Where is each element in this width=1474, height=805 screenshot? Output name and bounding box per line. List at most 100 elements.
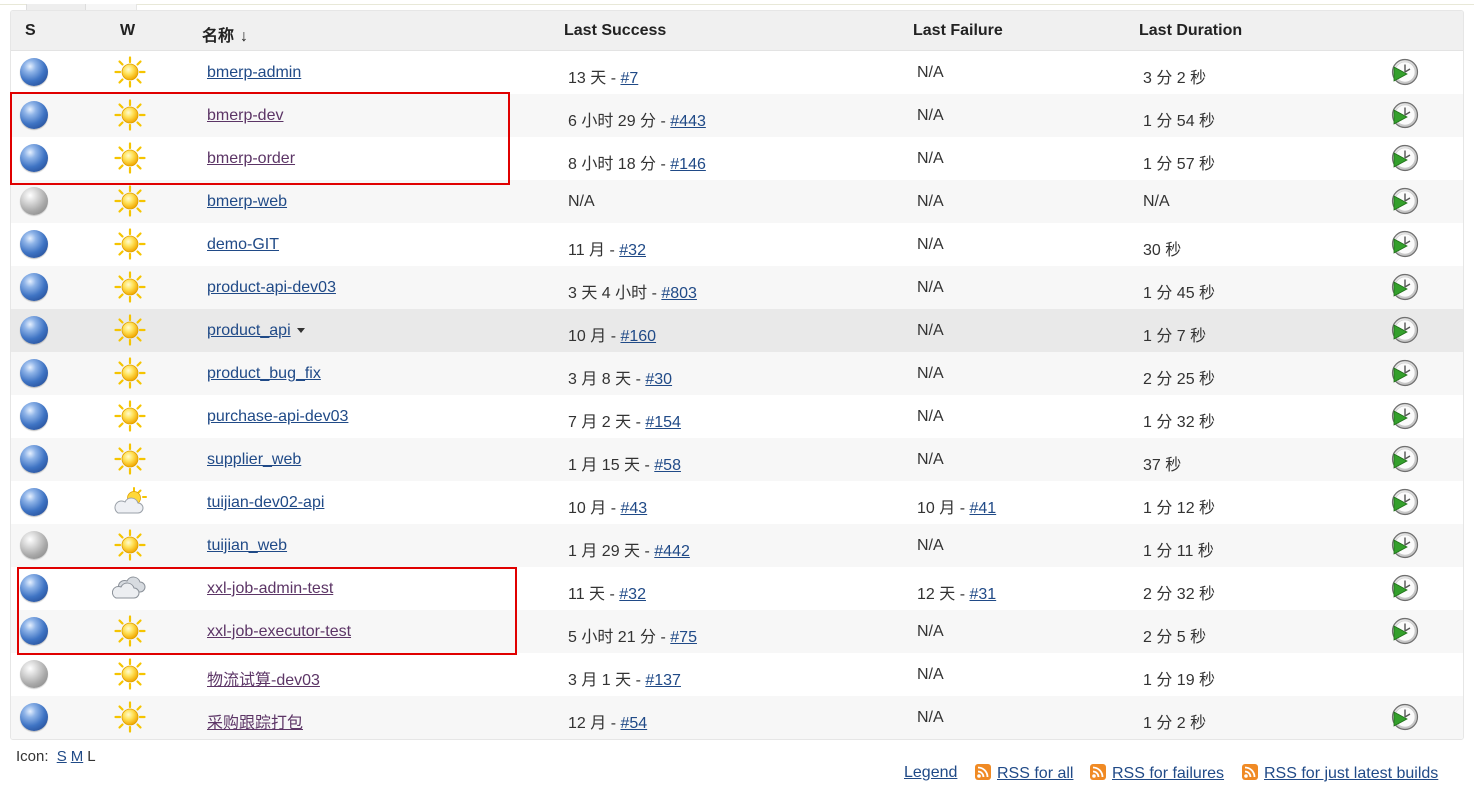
last-failure-cell-time: N/A [917, 236, 944, 253]
job-name-link[interactable]: 物流试算-dev03 [207, 672, 320, 689]
weather-sunny-icon [112, 529, 148, 561]
build-number-link[interactable]: #160 [620, 328, 656, 345]
last-failure-cell: N/A [917, 193, 944, 211]
dropdown-caret-icon[interactable] [296, 328, 305, 334]
job-name-link[interactable]: product_api [207, 322, 291, 339]
legend-link[interactable]: Legend [904, 764, 957, 781]
header-status[interactable]: S [25, 22, 36, 40]
status-success-icon[interactable] [20, 316, 48, 344]
schedule-build-icon[interactable] [1391, 58, 1419, 86]
schedule-build-icon[interactable] [1391, 574, 1419, 602]
rss-icon[interactable] [1090, 764, 1106, 780]
build-number-link[interactable]: #32 [619, 242, 646, 259]
status-disabled-icon[interactable] [20, 660, 48, 688]
last-failure-cell: 10 月 - #41 [917, 494, 996, 518]
header-weather[interactable]: W [120, 22, 135, 40]
last-success-cell: 10 月 - #160 [568, 322, 656, 346]
job-name-link[interactable]: product_bug_fix [207, 365, 321, 382]
legend-item: Legend [904, 764, 957, 782]
status-success-icon[interactable] [20, 101, 48, 129]
build-number-link[interactable]: #803 [661, 285, 697, 302]
build-number-link[interactable]: #31 [969, 586, 996, 603]
build-number-link[interactable]: #443 [670, 113, 706, 130]
icon-size-medium-link[interactable]: M [71, 748, 84, 765]
last-duration-cell: 1 分 11 秒 [1143, 543, 1214, 560]
status-success-icon[interactable] [20, 402, 48, 430]
schedule-build-icon[interactable] [1391, 230, 1419, 258]
schedule-build-icon[interactable] [1391, 402, 1419, 430]
job-name-link[interactable]: xxl-job-admin-test [207, 580, 333, 597]
header-last-duration[interactable]: Last Duration [1139, 22, 1242, 40]
job-name-cell: 采购跟踪打包 [207, 709, 303, 733]
job-name-cell: bmerp-web [207, 193, 287, 211]
build-number-link[interactable]: #43 [620, 500, 647, 517]
build-number-link[interactable]: #154 [645, 414, 681, 431]
rss-icon[interactable] [975, 764, 991, 780]
status-success-icon[interactable] [20, 488, 48, 516]
schedule-build-icon[interactable] [1391, 531, 1419, 559]
top-border [0, 4, 1474, 5]
status-success-icon[interactable] [20, 574, 48, 602]
build-number-link[interactable]: #54 [620, 715, 647, 732]
header-last-failure[interactable]: Last Failure [913, 22, 1003, 40]
build-number-link[interactable]: #442 [654, 543, 690, 560]
job-name-link[interactable]: 采购跟踪打包 [207, 715, 303, 732]
rss-failures-link[interactable]: RSS for failures [1112, 765, 1224, 782]
last-duration-cell: 30 秒 [1143, 242, 1182, 259]
status-success-icon[interactable] [20, 445, 48, 473]
schedule-build-icon[interactable] [1391, 273, 1419, 301]
status-success-icon[interactable] [20, 58, 48, 86]
schedule-build-icon[interactable] [1391, 101, 1419, 129]
schedule-build-icon[interactable] [1391, 445, 1419, 473]
job-name-link[interactable]: supplier_web [207, 451, 301, 468]
job-name-link[interactable]: demo-GIT [207, 236, 279, 253]
schedule-build-icon[interactable] [1391, 316, 1419, 344]
job-name-cell: bmerp-order [207, 150, 295, 168]
build-number-link[interactable]: #7 [620, 70, 638, 87]
job-name-link[interactable]: bmerp-order [207, 150, 295, 167]
last-failure-cell: N/A [917, 107, 944, 125]
last-success-cell: 3 天 4 小时 - #803 [568, 279, 697, 303]
status-success-icon[interactable] [20, 273, 48, 301]
weather-sunny-icon [112, 185, 148, 217]
last-failure-cell-time: N/A [917, 709, 944, 726]
schedule-build-icon[interactable] [1391, 488, 1419, 516]
schedule-build-icon[interactable] [1391, 617, 1419, 645]
job-name-link[interactable]: tuijian_web [207, 537, 287, 554]
job-row: product-api-dev03 3 天 4 小时 - #803 N/A 1 分 4… [11, 266, 1463, 309]
last-success-cell-time: 7 月 2 天 - [568, 414, 646, 431]
job-name-link[interactable]: xxl-job-executor-test [207, 623, 351, 640]
rss-all-link[interactable]: RSS for all [997, 765, 1073, 782]
schedule-build-icon[interactable] [1391, 187, 1419, 215]
schedule-build-icon[interactable] [1391, 359, 1419, 387]
build-number-link[interactable]: #146 [670, 156, 706, 173]
status-disabled-icon[interactable] [20, 187, 48, 215]
last-success-cell: 10 月 - #43 [568, 494, 647, 518]
build-number-link[interactable]: #32 [619, 586, 646, 603]
status-success-icon[interactable] [20, 230, 48, 258]
status-success-icon[interactable] [20, 144, 48, 172]
header-name[interactable]: 名称 ↓ [202, 22, 248, 46]
job-name-link[interactable]: bmerp-web [207, 193, 287, 210]
status-success-icon[interactable] [20, 703, 48, 731]
build-number-link[interactable]: #58 [654, 457, 681, 474]
build-number-link[interactable]: #41 [969, 500, 996, 517]
job-name-link[interactable]: purchase-api-dev03 [207, 408, 348, 425]
job-name-link[interactable]: bmerp-dev [207, 107, 283, 124]
icon-size-small-link[interactable]: S [57, 748, 67, 765]
build-number-link[interactable]: #30 [645, 371, 672, 388]
schedule-build-icon[interactable] [1391, 703, 1419, 731]
job-name-link[interactable]: bmerp-admin [207, 64, 301, 81]
rss-icon[interactable] [1242, 764, 1258, 780]
status-success-icon[interactable] [20, 359, 48, 387]
rss-latest-link[interactable]: RSS for just latest builds [1264, 765, 1438, 782]
schedule-build-icon[interactable] [1391, 144, 1419, 172]
status-disabled-icon[interactable] [20, 531, 48, 559]
build-number-link[interactable]: #137 [645, 672, 681, 689]
header-last-success[interactable]: Last Success [564, 22, 666, 40]
build-number-link[interactable]: #75 [670, 629, 697, 646]
last-failure-cell: N/A [917, 322, 944, 340]
job-name-link[interactable]: tuijian-dev02-api [207, 494, 324, 511]
job-name-link[interactable]: product-api-dev03 [207, 279, 336, 296]
status-success-icon[interactable] [20, 617, 48, 645]
